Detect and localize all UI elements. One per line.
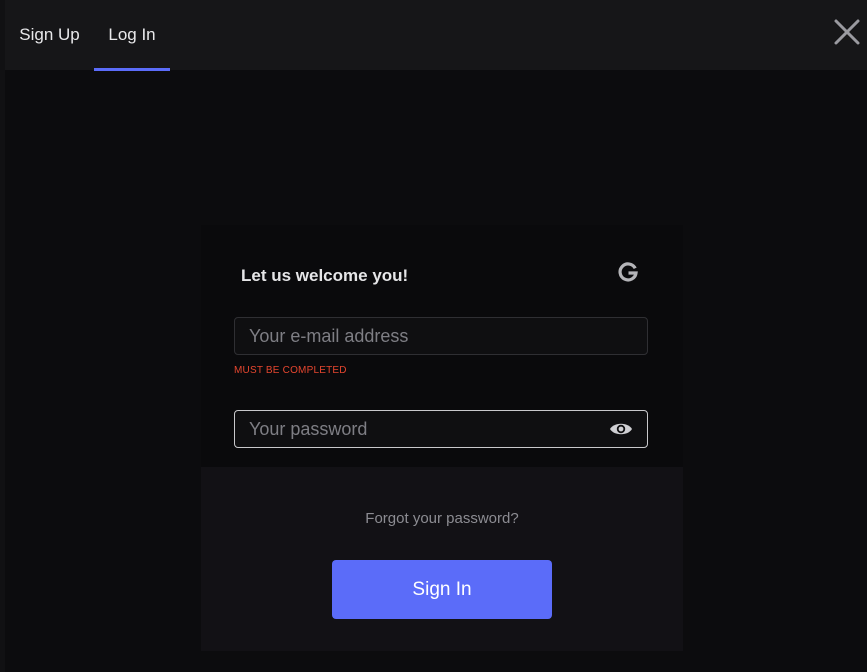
- email-error-message: MUST BE COMPLETED: [234, 365, 347, 376]
- google-icon: [618, 262, 638, 282]
- login-card: Let us welcome you! MUST BE COMPLETED Fo…: [201, 225, 683, 651]
- close-icon: [834, 19, 860, 45]
- eye-icon: [610, 423, 632, 435]
- password-input[interactable]: [235, 411, 647, 447]
- left-edge: [0, 0, 5, 672]
- tab-log-in[interactable]: Log In: [94, 0, 170, 70]
- email-field[interactable]: [234, 317, 648, 355]
- card-footer: [201, 467, 683, 651]
- sign-in-button[interactable]: Sign In: [332, 560, 552, 619]
- active-tab-indicator: [94, 68, 170, 71]
- tab-sign-up[interactable]: Sign Up: [5, 0, 94, 70]
- show-password-toggle[interactable]: [609, 420, 633, 438]
- email-input[interactable]: [235, 318, 647, 354]
- close-button[interactable]: [833, 18, 861, 46]
- google-login-button[interactable]: [617, 262, 639, 284]
- welcome-title: Let us welcome you!: [241, 266, 409, 285]
- forgot-password-link[interactable]: Forgot your password?: [201, 510, 683, 527]
- password-field[interactable]: [234, 410, 648, 448]
- top-bar: Sign Up Log In: [5, 0, 867, 71]
